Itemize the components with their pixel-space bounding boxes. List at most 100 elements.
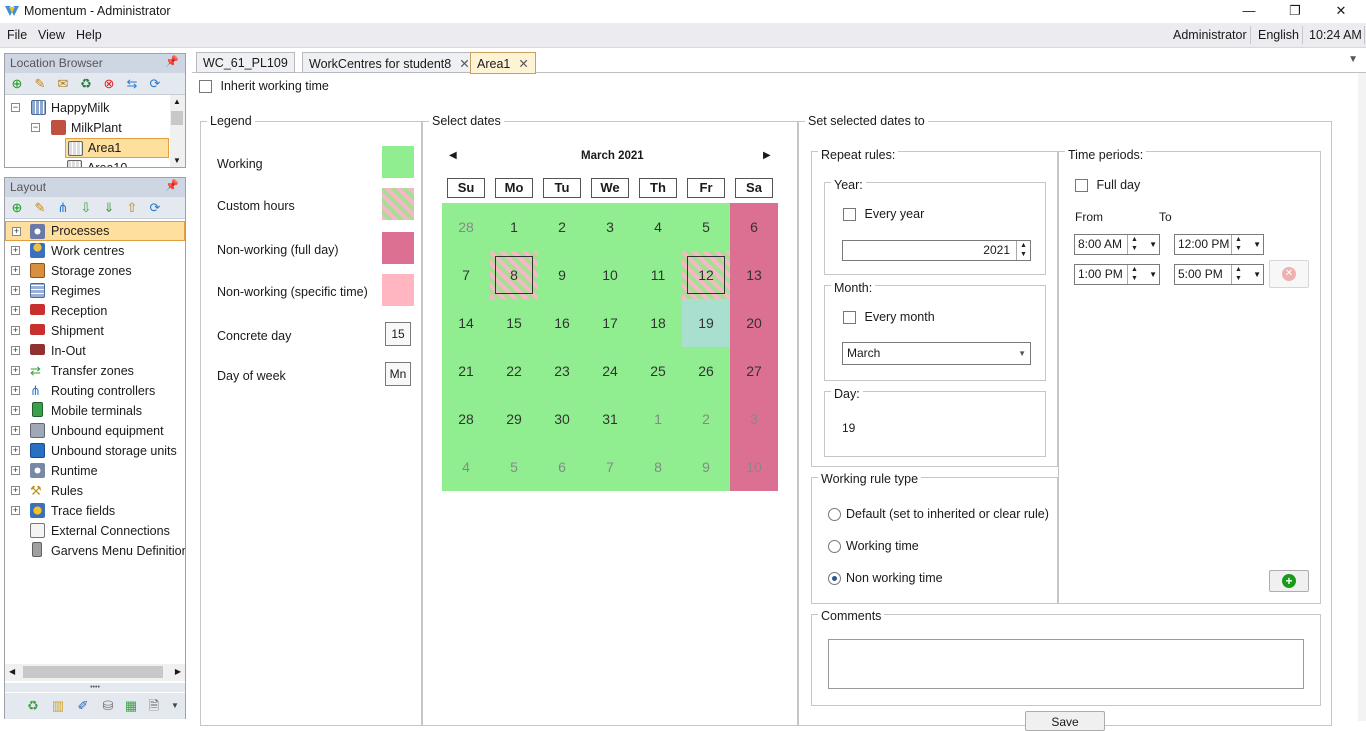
calendar-day[interactable]: 5	[490, 443, 538, 491]
expand-icon[interactable]: +	[11, 486, 20, 495]
calendar-day[interactable]: 21	[442, 347, 490, 395]
expand-icon[interactable]: +	[11, 466, 20, 475]
calendar-day[interactable]: 28	[442, 203, 490, 251]
rule-nonworking-radio[interactable]	[828, 572, 841, 585]
download-icon[interactable]: ⇩	[78, 200, 94, 216]
close-tab-icon[interactable]: ✕	[459, 57, 469, 71]
expand-icon[interactable]: +	[12, 227, 21, 236]
expand-icon[interactable]: +	[11, 306, 20, 315]
scroll-left-icon[interactable]: ◀	[9, 667, 15, 676]
from-time-1[interactable]: 8:00 AM ▲ ▼ ▼	[1074, 234, 1160, 255]
scroll-up-icon[interactable]: ▲	[173, 97, 181, 106]
calendar-day[interactable]: 4	[634, 203, 682, 251]
tree-item-processes[interactable]: + Processes	[5, 221, 185, 241]
refresh-icon[interactable]: ⟳	[147, 200, 163, 216]
chevron-down-icon[interactable]: ▼	[1018, 344, 1026, 363]
calendar-day[interactable]: 11	[634, 251, 682, 299]
every-month-checkbox[interactable]	[843, 311, 856, 325]
calendar-day[interactable]: 19	[682, 299, 730, 347]
calendar-day[interactable]: 8	[634, 443, 682, 491]
scroll-thumb[interactable]	[23, 666, 163, 678]
close-tab-icon[interactable]: ✕	[518, 57, 528, 71]
chevron-down-icon[interactable]: ▼	[1253, 265, 1261, 284]
expand-icon[interactable]: +	[11, 366, 20, 375]
calendar-day[interactable]: 10	[730, 443, 778, 491]
calendar-day[interactable]: 2	[682, 395, 730, 443]
menu-help[interactable]: Help	[76, 28, 102, 42]
overflow-icon[interactable]: ▼	[167, 698, 183, 714]
expand-icon[interactable]: +	[11, 386, 20, 395]
every-year-checkbox[interactable]	[843, 208, 856, 222]
collapse-icon[interactable]: −	[31, 123, 40, 132]
language-menu[interactable]: English	[1258, 28, 1299, 42]
rule-default-radio[interactable]	[828, 508, 841, 521]
open-icon[interactable]: ✉	[55, 76, 71, 92]
calendar-day[interactable]: 9	[682, 443, 730, 491]
calendar-day[interactable]: 23	[538, 347, 586, 395]
spinner-arrows-icon[interactable]: ▲ ▼	[1231, 235, 1245, 254]
menu-view[interactable]: View	[38, 28, 65, 42]
calendar-day[interactable]: 8	[490, 251, 538, 299]
calendar-day[interactable]: 30	[538, 395, 586, 443]
expand-icon[interactable]: +	[11, 346, 20, 355]
chevron-down-icon[interactable]: ▼	[1149, 235, 1157, 254]
bucket-icon[interactable]: ▥	[50, 698, 66, 714]
expand-icon[interactable]: +	[11, 326, 20, 335]
calendar-day[interactable]: 2	[538, 203, 586, 251]
full-day-option[interactable]: Full day	[1075, 178, 1140, 193]
expand-icon[interactable]: +	[11, 266, 20, 275]
spinner-arrows-icon[interactable]: ▲ ▼	[1231, 265, 1245, 284]
expand-icon[interactable]: +	[11, 506, 20, 515]
refresh-icon[interactable]: ⟳	[147, 76, 163, 92]
calendar-day[interactable]: 26	[682, 347, 730, 395]
remove-period-button[interactable]: ✕	[1269, 260, 1309, 288]
tab-overflow-icon[interactable]: ▼	[1348, 54, 1358, 65]
calendar-day[interactable]: 15	[490, 299, 538, 347]
recycle-icon[interactable]: ♻	[78, 76, 94, 92]
calendar-day[interactable]: 18	[634, 299, 682, 347]
move-icon[interactable]: ⇆	[124, 76, 140, 92]
add-icon[interactable]: ⊕	[9, 200, 25, 216]
user-menu[interactable]: Administrator	[1173, 28, 1247, 42]
image-icon[interactable]: ▦	[123, 698, 139, 714]
calendar-day[interactable]: 7	[442, 251, 490, 299]
calendar-day[interactable]: 1	[490, 203, 538, 251]
cylinder-icon[interactable]: ⛁	[100, 698, 116, 714]
export-icon[interactable]: ⇧	[124, 200, 140, 216]
calendar-day[interactable]: 20	[730, 299, 778, 347]
document-icon[interactable]: 🗎	[146, 698, 162, 714]
import-icon[interactable]: ⇓	[101, 200, 117, 216]
edit-icon[interactable]: ✎	[32, 200, 48, 216]
calendar-day[interactable]: 13	[730, 251, 778, 299]
scroll-thumb[interactable]	[171, 111, 183, 125]
calendar-day[interactable]: 22	[490, 347, 538, 395]
calendar-day[interactable]: 4	[442, 443, 490, 491]
to-time-2[interactable]: 5:00 PM ▲ ▼ ▼	[1174, 264, 1264, 285]
calendar-day[interactable]: 6	[730, 203, 778, 251]
edit-icon[interactable]: ✎	[32, 76, 48, 92]
calendar-day[interactable]: 9	[538, 251, 586, 299]
collapse-icon[interactable]: −	[11, 103, 20, 112]
layout-hscrollbar[interactable]: ◀ ▶	[5, 664, 185, 681]
calendar-day[interactable]: 29	[490, 395, 538, 443]
to-time-1[interactable]: 12:00 PM ▲ ▼ ▼	[1174, 234, 1264, 255]
prev-month-button[interactable]: ◀	[449, 150, 457, 161]
tab-workcentres-student8[interactable]: WorkCentres for student8 ✕	[302, 52, 477, 73]
calendar-day[interactable]: 3	[586, 203, 634, 251]
calendar-day[interactable]: 3	[730, 395, 778, 443]
menu-file[interactable]: File	[7, 28, 27, 42]
every-year-option[interactable]: Every year	[843, 207, 924, 222]
month-dropdown[interactable]: March ▼	[842, 342, 1031, 365]
calendar-day[interactable]: 10	[586, 251, 634, 299]
spinner-arrows-icon[interactable]: ▲ ▼	[1127, 265, 1141, 284]
expand-icon[interactable]: +	[11, 286, 20, 295]
chevron-down-icon[interactable]: ▼	[1253, 235, 1261, 254]
splitter-grip[interactable]: ••••	[5, 683, 185, 692]
pin-icon[interactable]: 📌	[165, 179, 179, 192]
year-spinner[interactable]: 2021 ▲ ▼	[842, 240, 1031, 261]
tab-wc61[interactable]: WC_61_PL109	[196, 52, 295, 73]
expand-icon[interactable]: +	[11, 246, 20, 255]
calendar-day[interactable]: 12	[682, 251, 730, 299]
hierarchy-icon[interactable]: ⋔	[55, 200, 71, 216]
calendar-day[interactable]: 5	[682, 203, 730, 251]
